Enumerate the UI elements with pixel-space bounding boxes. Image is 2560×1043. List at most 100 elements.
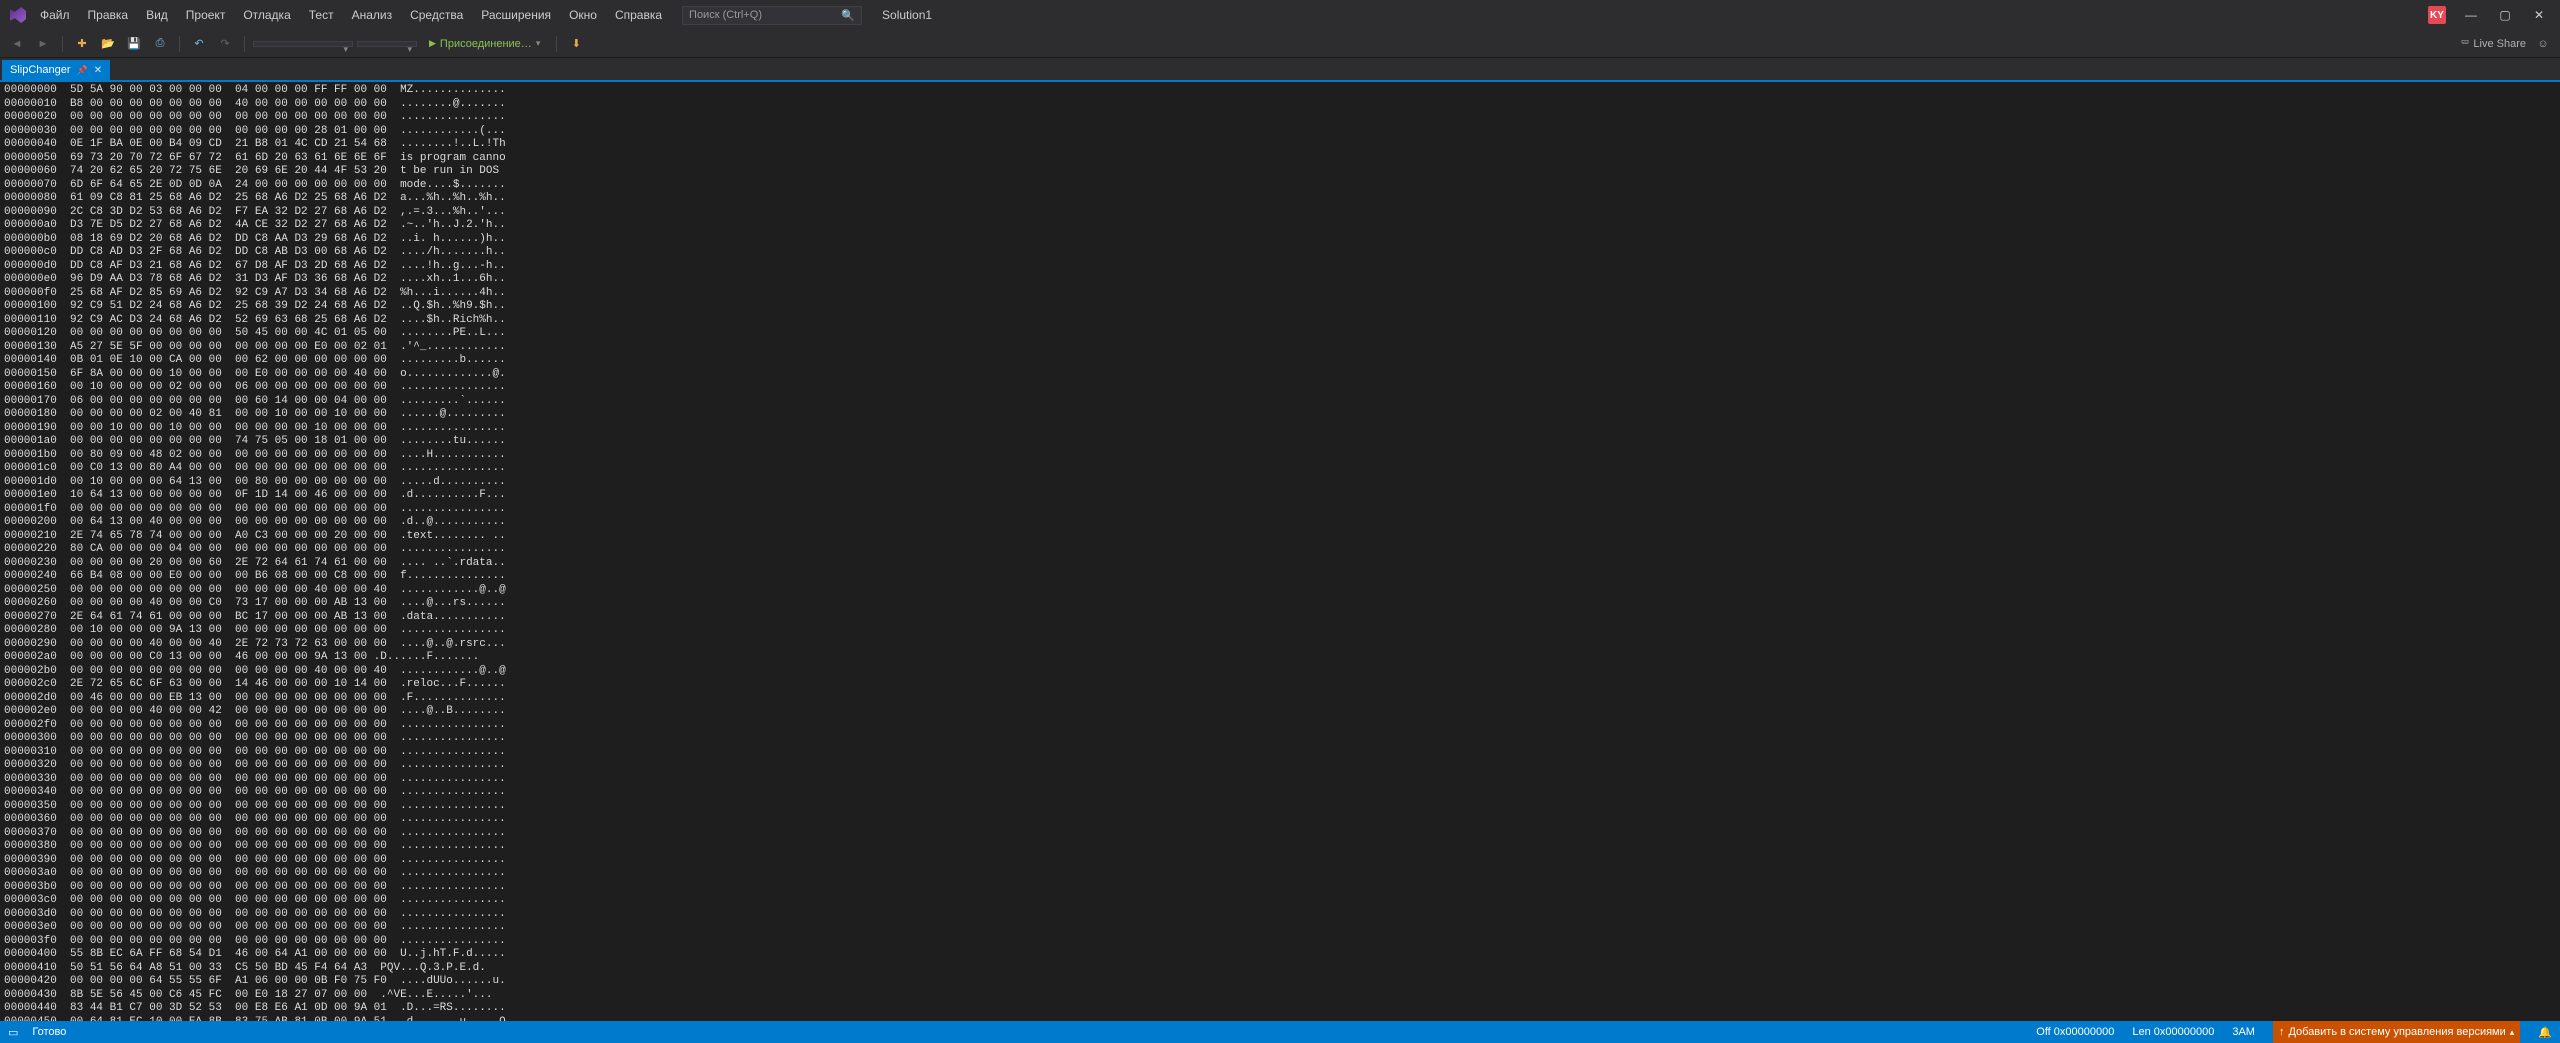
tab-slipchanger[interactable]: SlipChanger 📌 ✕	[2, 60, 110, 80]
hex-line: 00000450 00 64 81 EC 10 00 EA 8B 83 75 A…	[4, 1016, 2556, 1022]
hex-line: 000001a0 00 00 00 00 00 00 00 00 74 75 0…	[4, 435, 2556, 449]
nav-forward-button[interactable]: ►	[32, 33, 54, 55]
step-button[interactable]: ⬇	[565, 33, 587, 55]
hex-line: 000002b0 00 00 00 00 00 00 00 00 00 00 0…	[4, 665, 2556, 679]
close-button[interactable]: ✕	[2522, 2, 2556, 28]
hex-line: 000000f0 25 68 AF D2 85 69 A6 D2 92 C9 A…	[4, 287, 2556, 301]
undo-button[interactable]: ↶	[188, 33, 210, 55]
menu-item-6[interactable]: Анализ	[344, 4, 401, 26]
menu-item-2[interactable]: Вид	[138, 4, 176, 26]
hex-line: 00000410 50 51 56 64 A8 51 00 33 C5 50 B…	[4, 962, 2556, 976]
minimize-button[interactable]: —	[2454, 2, 2488, 28]
live-share-button[interactable]: ⮹ Live Share	[2461, 37, 2526, 50]
titlebar: ФайлПравкаВидПроектОтладкаТестАнализСред…	[0, 0, 2560, 30]
hex-line: 00000190 00 00 10 00 00 10 00 00 00 00 0…	[4, 422, 2556, 436]
hex-line: 00000050 69 73 20 70 72 6F 67 72 61 6D 2…	[4, 152, 2556, 166]
menu-item-9[interactable]: Окно	[561, 4, 605, 26]
hex-line: 00000400 55 8B EC 6A FF 68 54 D1 46 00 6…	[4, 948, 2556, 962]
hex-line: 00000150 6F 8A 00 00 00 10 00 00 00 E0 0…	[4, 368, 2556, 382]
hex-line: 00000060 74 20 62 65 20 72 75 6E 20 69 6…	[4, 165, 2556, 179]
maximize-button[interactable]: ▢	[2488, 2, 2522, 28]
hex-line: 000001d0 00 10 00 00 00 64 13 00 00 80 0…	[4, 476, 2556, 490]
hex-line: 00000260 00 00 00 00 40 00 00 C0 73 17 0…	[4, 597, 2556, 611]
platform-combo[interactable]	[357, 41, 417, 47]
hex-line: 00000380 00 00 00 00 00 00 00 00 00 00 0…	[4, 840, 2556, 854]
hex-line: 00000000 5D 5A 90 00 03 00 00 00 04 00 0…	[4, 84, 2556, 98]
hex-line: 00000030 00 00 00 00 00 00 00 00 00 00 0…	[4, 125, 2556, 139]
hex-line: 000000c0 DD C8 AD D3 2F 68 A6 D2 DD C8 A…	[4, 246, 2556, 260]
hex-line: 000000d0 DD C8 AF D3 21 68 A6 D2 67 D8 A…	[4, 260, 2556, 274]
hex-line: 00000270 2E 64 61 74 61 00 00 00 BC 17 0…	[4, 611, 2556, 625]
save-all-button[interactable]: ⎙	[149, 33, 171, 55]
statusbar: ▭ Готово Off 0x00000000 Len 0x00000000 3…	[0, 1021, 2560, 1043]
save-button[interactable]: 💾	[123, 33, 145, 55]
hex-line: 00000200 00 64 13 00 40 00 00 00 00 00 0…	[4, 516, 2556, 530]
redo-button[interactable]: ↷	[214, 33, 236, 55]
status-offset: Off 0x00000000	[2036, 1026, 2114, 1038]
hex-line: 000002e0 00 00 00 00 40 00 00 42 00 00 0…	[4, 705, 2556, 719]
hex-line: 00000340 00 00 00 00 00 00 00 00 00 00 0…	[4, 786, 2556, 800]
menu-item-0[interactable]: Файл	[32, 4, 78, 26]
open-button[interactable]: 📂	[97, 33, 119, 55]
feedback-button[interactable]: ☺	[2532, 33, 2554, 55]
hex-line: 00000350 00 00 00 00 00 00 00 00 00 00 0…	[4, 800, 2556, 814]
menu-item-10[interactable]: Справка	[607, 4, 670, 26]
menu-item-7[interactable]: Средства	[402, 4, 471, 26]
hex-line: 000001b0 00 80 09 00 48 02 00 00 00 00 0…	[4, 449, 2556, 463]
hex-line: 00000080 61 09 C8 81 25 68 A6 D2 25 68 A…	[4, 192, 2556, 206]
hex-line: 000003c0 00 00 00 00 00 00 00 00 00 00 0…	[4, 894, 2556, 908]
hex-line: 000001c0 00 C0 13 00 80 A4 00 00 00 00 0…	[4, 462, 2556, 476]
hex-line: 00000160 00 10 00 00 00 02 00 00 06 00 0…	[4, 381, 2556, 395]
menu-item-1[interactable]: Правка	[80, 4, 137, 26]
hex-line: 00000130 A5 27 5E 5F 00 00 00 00 00 00 0…	[4, 341, 2556, 355]
hex-line: 00000230 00 00 00 00 20 00 00 60 2E 72 6…	[4, 557, 2556, 571]
search-icon: 🔍	[841, 9, 855, 22]
hex-line: 00000290 00 00 00 00 40 00 00 40 2E 72 7…	[4, 638, 2556, 652]
menu-item-5[interactable]: Тест	[301, 4, 342, 26]
hex-editor[interactable]: 00000000 5D 5A 90 00 03 00 00 00 04 00 0…	[0, 82, 2560, 1021]
hex-line: 00000100 92 C9 51 D2 24 68 A6 D2 25 68 3…	[4, 300, 2556, 314]
hex-line: 00000300 00 00 00 00 00 00 00 00 00 00 0…	[4, 732, 2556, 746]
hex-line: 00000010 B8 00 00 00 00 00 00 00 40 00 0…	[4, 98, 2556, 112]
hex-line: 000002d0 00 46 00 00 00 EB 13 00 00 00 0…	[4, 692, 2556, 706]
hex-line: 00000250 00 00 00 00 00 00 00 00 00 00 0…	[4, 584, 2556, 598]
hex-line: 00000180 00 00 00 00 02 00 40 81 00 00 1…	[4, 408, 2556, 422]
source-control-button[interactable]: ↑ Добавить в систему управления версиями…	[2273, 1021, 2520, 1043]
live-share-icon: ⮹	[2461, 37, 2470, 50]
hex-line: 00000430 8B 5E 56 45 00 C6 45 FC 00 E0 1…	[4, 989, 2556, 1003]
status-length: Len 0x00000000	[2132, 1026, 2214, 1038]
hex-line: 00000140 0B 01 0E 10 00 CA 00 00 00 62 0…	[4, 354, 2556, 368]
scm-icon: ↑	[2279, 1026, 2285, 1038]
new-item-button[interactable]: ✚	[71, 33, 93, 55]
hex-line: 00000320 00 00 00 00 00 00 00 00 00 00 0…	[4, 759, 2556, 773]
hex-line: 000000a0 D3 7E D5 D2 27 68 A6 D2 4A CE 3…	[4, 219, 2556, 233]
solution-name: Solution1	[882, 8, 932, 22]
hex-line: 00000090 2C C8 3D D2 53 68 A6 D2 F7 EA 3…	[4, 206, 2556, 220]
hex-line: 00000310 00 00 00 00 00 00 00 00 00 00 0…	[4, 746, 2556, 760]
close-tab-icon[interactable]: ✕	[94, 65, 102, 76]
menu-item-4[interactable]: Отладка	[235, 4, 298, 26]
config-combo[interactable]	[253, 41, 353, 47]
hex-line: 00000420 00 00 00 00 64 55 55 6F A1 06 0…	[4, 975, 2556, 989]
search-placeholder: Поиск (Ctrl+Q)	[689, 9, 762, 21]
pin-icon[interactable]: 📌	[77, 65, 88, 76]
nav-back-button[interactable]: ◄	[6, 33, 28, 55]
menu-item-8[interactable]: Расширения	[473, 4, 559, 26]
menu-item-3[interactable]: Проект	[178, 4, 234, 26]
hex-line: 000000b0 08 18 69 D2 20 68 A6 D2 DD C8 A…	[4, 233, 2556, 247]
hex-line: 000003f0 00 00 00 00 00 00 00 00 00 00 0…	[4, 935, 2556, 949]
hex-line: 00000040 0E 1F BA 0E 00 B4 09 CD 21 B8 0…	[4, 138, 2556, 152]
user-badge[interactable]: KY	[2428, 6, 2446, 24]
hex-line: 000002f0 00 00 00 00 00 00 00 00 00 00 0…	[4, 719, 2556, 733]
hex-line: 000001f0 00 00 00 00 00 00 00 00 00 00 0…	[4, 503, 2556, 517]
start-debug-button[interactable]: Присоединение… ▾	[421, 36, 548, 52]
hex-line: 00000020 00 00 00 00 00 00 00 00 00 00 0…	[4, 111, 2556, 125]
hex-line: 00000170 06 00 00 00 00 00 00 00 00 60 1…	[4, 395, 2556, 409]
hex-line: 000003b0 00 00 00 00 00 00 00 00 00 00 0…	[4, 881, 2556, 895]
hex-line: 00000220 80 CA 00 00 00 04 00 00 00 00 0…	[4, 543, 2556, 557]
search-box[interactable]: Поиск (Ctrl+Q) 🔍	[682, 6, 862, 25]
notifications-icon[interactable]: 🔔	[2538, 1026, 2552, 1039]
window-controls: — ▢ ✕	[2454, 2, 2556, 28]
status-ins: 3AM	[2232, 1026, 2255, 1038]
status-output-icon[interactable]: ▭	[8, 1026, 18, 1039]
